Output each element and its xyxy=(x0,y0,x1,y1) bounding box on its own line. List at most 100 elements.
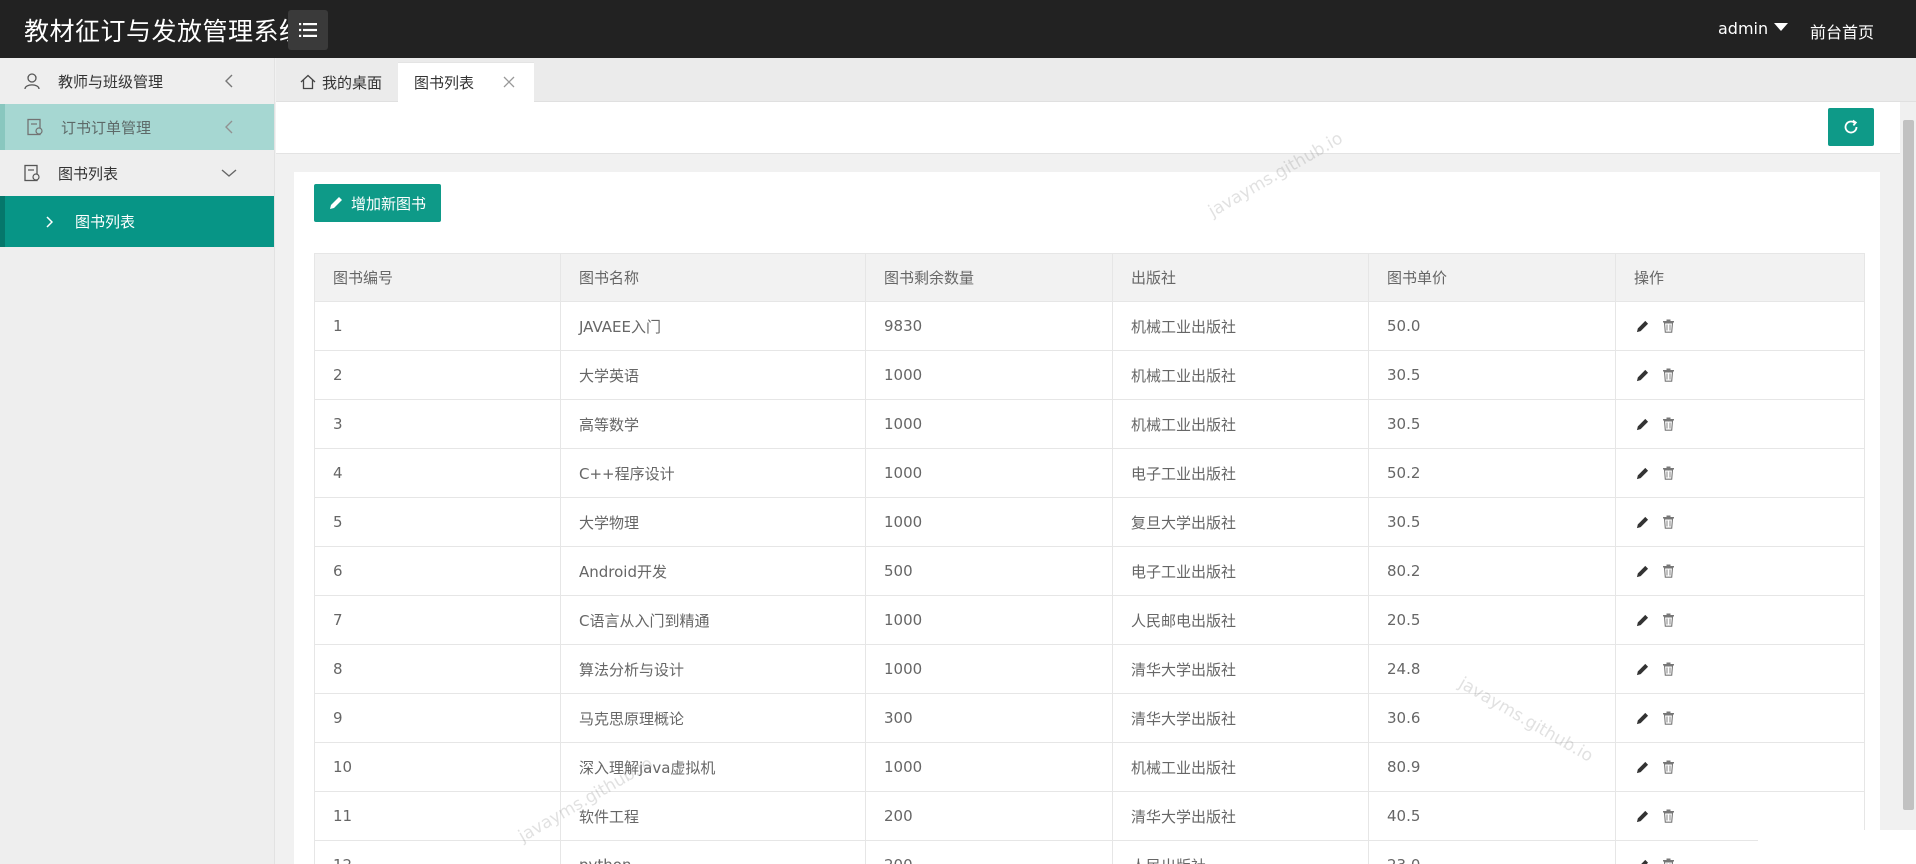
content-toolbar xyxy=(276,102,1916,154)
table-cell: 1000 xyxy=(865,350,1113,400)
tab-label: 我的桌面 xyxy=(322,73,383,92)
table-row: 12python200人民出版社23.0 xyxy=(314,840,1865,864)
table-cell: 30.6 xyxy=(1368,693,1616,743)
book-list-panel: 增加新图书 图书编号 图书名称 图书剩余数量 出版社 图书单价 操作 1 JAVA… xyxy=(294,172,1880,864)
top-header: 教材征订与发放管理系统 admin 前台首页 xyxy=(0,0,1916,58)
sidebar-subitem-book-list[interactable]: 图书列表 xyxy=(0,196,274,247)
table-cell: 1000 xyxy=(865,399,1113,449)
edit-icon[interactable] xyxy=(1634,759,1650,775)
table-cell: 人民邮电出版社 xyxy=(1112,595,1369,645)
table-cell: 9830 xyxy=(865,301,1113,351)
table-cell: 5 xyxy=(314,497,561,547)
table-cell: 机械工业出版社 xyxy=(1112,350,1369,400)
trash-icon[interactable] xyxy=(1660,416,1676,432)
table-row: 7 C语言从入门到精通 1000 人民邮电出版社 20.5 xyxy=(314,595,1865,645)
table-cell: 大学物理 xyxy=(560,497,866,547)
table-cell: 50.2 xyxy=(1368,448,1616,498)
table-cell: 算法分析与设计 xyxy=(560,644,866,694)
column-header: 图书剩余数量 xyxy=(865,253,1113,302)
table-cell: 24.8 xyxy=(1368,644,1616,694)
edit-icon[interactable] xyxy=(1634,808,1650,824)
edit-icon[interactable] xyxy=(1634,857,1650,864)
actions-cell xyxy=(1615,399,1865,449)
table-cell: 1000 xyxy=(865,742,1113,792)
trash-icon[interactable] xyxy=(1660,367,1676,383)
table-cell: 7 xyxy=(314,595,561,645)
refresh-icon xyxy=(1844,119,1858,134)
table-cell: 机械工业出版社 xyxy=(1112,399,1369,449)
chevron-down-icon xyxy=(220,164,238,182)
refresh-button[interactable] xyxy=(1828,108,1874,146)
table-row: 4 C++程序设计 1000 电子工业出版社 50.2 xyxy=(314,448,1865,498)
trash-icon[interactable] xyxy=(1660,661,1676,677)
sidebar-item-teacher-class[interactable]: 教师与班级管理 xyxy=(0,58,274,104)
table-cell: 高等数学 xyxy=(560,399,866,449)
edit-icon[interactable] xyxy=(1634,318,1650,334)
table-cell: 复旦大学出版社 xyxy=(1112,497,1369,547)
edit-icon[interactable] xyxy=(1634,367,1650,383)
table-cell: 3 xyxy=(314,399,561,449)
table-cell: C++程序设计 xyxy=(560,448,866,498)
trash-icon[interactable] xyxy=(1660,514,1676,530)
table-row: 9 马克思原理概论 300 清华大学出版社 30.6 xyxy=(314,693,1865,743)
table-row: 10 深入理解java虚拟机 1000 机械工业出版社 80.9 xyxy=(314,742,1865,792)
table-row: 1 JAVAEE入门 9830 机械工业出版社 50.0 xyxy=(314,301,1865,351)
menu-toggle-button[interactable] xyxy=(288,10,328,50)
tab-label: 图书列表 xyxy=(414,74,475,92)
close-icon[interactable] xyxy=(502,75,516,89)
edit-icon[interactable] xyxy=(1634,661,1650,677)
sidebar-item-order-management[interactable]: 订书订单管理 xyxy=(0,104,274,150)
table-cell: 300 xyxy=(865,693,1113,743)
trash-icon[interactable] xyxy=(1660,710,1676,726)
user-icon xyxy=(22,71,42,91)
table-body: 1 JAVAEE入门 9830 机械工业出版社 50.0 2 大学英语 1000 机械工业出版社… xyxy=(314,301,1865,864)
table-cell: 30.5 xyxy=(1368,350,1616,400)
front-page-link[interactable]: 前台首页 xyxy=(1810,19,1874,43)
pencil-icon xyxy=(329,197,342,209)
trash-icon[interactable] xyxy=(1660,857,1676,864)
home-icon xyxy=(300,74,316,90)
hamburger-icon xyxy=(299,23,317,37)
actions-cell xyxy=(1615,595,1865,645)
table-cell: 深入理解java虚拟机 xyxy=(560,742,866,792)
trash-icon[interactable] xyxy=(1660,318,1676,334)
tab-book-list[interactable]: 图书列表 xyxy=(398,62,534,102)
user-menu[interactable]: admin xyxy=(1718,19,1789,38)
table-cell: 1000 xyxy=(865,448,1113,498)
trash-icon[interactable] xyxy=(1660,563,1676,579)
table-cell: 人民出版社 xyxy=(1112,840,1369,864)
table-header-row: 图书编号 图书名称 图书剩余数量 出版社 图书单价 操作 xyxy=(314,253,1865,302)
sidebar-item-book-list[interactable]: 图书列表 xyxy=(0,150,274,196)
table-cell: 大学英语 xyxy=(560,350,866,400)
table-cell: 1000 xyxy=(865,497,1113,547)
sidebar-item-label: 教师与班级管理 xyxy=(58,72,164,91)
sidebar-subitem-label: 图书列表 xyxy=(75,213,136,231)
add-book-button[interactable]: 增加新图书 xyxy=(314,184,441,222)
book-table: 图书编号 图书名称 图书剩余数量 出版社 图书单价 操作 1 JAVAEE入门 98… xyxy=(314,253,1865,864)
edit-icon[interactable] xyxy=(1634,514,1650,530)
trash-icon[interactable] xyxy=(1660,759,1676,775)
trash-icon[interactable] xyxy=(1660,465,1676,481)
table-cell: 软件工程 xyxy=(560,791,866,841)
edit-icon[interactable] xyxy=(1634,416,1650,432)
edit-icon[interactable] xyxy=(1634,710,1650,726)
tab-bar: 我的桌面 图书列表 xyxy=(276,58,1916,102)
user-name: admin xyxy=(1718,19,1769,38)
table-cell: 30.5 xyxy=(1368,399,1616,449)
trash-icon[interactable] xyxy=(1660,612,1676,628)
app-title: 教材征订与发放管理系统 xyxy=(24,17,305,46)
edit-icon[interactable] xyxy=(1634,465,1650,481)
table-cell: 11 xyxy=(314,791,561,841)
sidebar: 教师与班级管理 订书订单管理 图书列表 图书列表 xyxy=(0,58,275,864)
table-cell: 30.5 xyxy=(1368,497,1616,547)
scrollbar-thumb[interactable] xyxy=(1903,120,1914,810)
actions-cell xyxy=(1615,497,1865,547)
table-cell: 200 xyxy=(865,791,1113,841)
trash-icon[interactable] xyxy=(1660,808,1676,824)
edit-icon[interactable] xyxy=(1634,563,1650,579)
bottom-corner-overlay xyxy=(1758,830,1916,864)
table-cell: 4 xyxy=(314,448,561,498)
edit-icon[interactable] xyxy=(1634,612,1650,628)
tab-my-desktop[interactable]: 我的桌面 xyxy=(290,62,400,102)
actions-cell xyxy=(1615,742,1865,792)
